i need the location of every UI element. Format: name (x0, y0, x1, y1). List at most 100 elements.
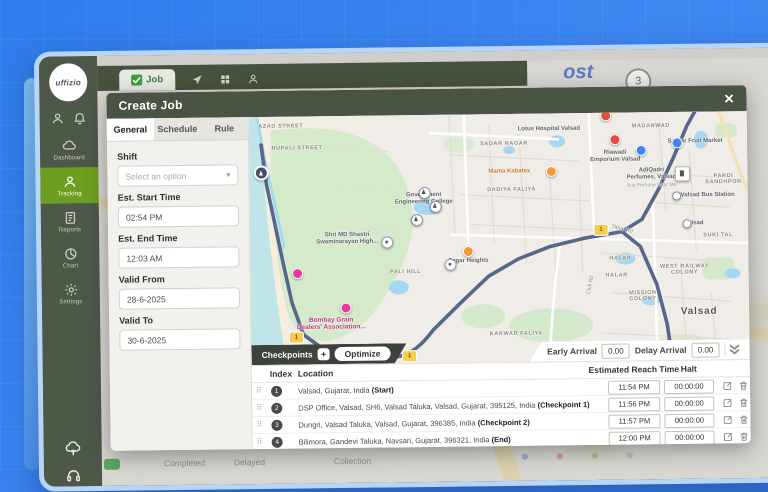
map-marker-pink[interactable] (292, 268, 303, 279)
cloud-upload-icon[interactable] (64, 440, 81, 457)
sidebar-item-reports[interactable]: Reports (41, 203, 99, 240)
users-icon (51, 111, 65, 125)
background-legend: Completed Delayed Collection (102, 445, 768, 476)
modal-title: Create Job (118, 98, 182, 113)
tab-rule[interactable]: Rule (201, 117, 248, 140)
route-shield: 1 (289, 331, 304, 343)
valid-from-input[interactable]: 28-6-2025 (119, 287, 240, 309)
map-label: SADAR NAGAR (480, 141, 528, 148)
early-arrival-input[interactable]: 0.00 (602, 343, 630, 358)
drag-handle-icon[interactable]: ⠿ (256, 386, 262, 395)
delay-arrival-input[interactable]: 0.00 (691, 342, 719, 357)
index-badge: 1 (271, 385, 282, 396)
chevron-double-down-icon[interactable] (724, 342, 743, 356)
reach-time-input[interactable]: 12:00 PM (609, 431, 661, 446)
chart-icon (63, 246, 78, 261)
navigate-icon[interactable] (191, 74, 203, 86)
location-text: Bilimora, Gandevi Taluka, Navsari, Gujar… (299, 433, 603, 446)
map-marker-red[interactable] (600, 111, 611, 121)
grid-icon[interactable] (219, 73, 231, 85)
bell-icon (73, 111, 87, 125)
field-label: Est. End Time (118, 232, 239, 243)
route-shield: 1 (594, 224, 609, 236)
legend-chip (104, 459, 120, 470)
sidebar-item-dashboard[interactable]: Dashboard (40, 131, 98, 168)
drag-handle-icon[interactable]: ⠿ (257, 437, 263, 446)
trash-icon[interactable] (738, 380, 749, 391)
map-label: Valsad (681, 306, 718, 318)
map-marker-red[interactable] (609, 134, 620, 145)
map-marker-whitearrow[interactable] (411, 214, 423, 226)
map-marker-orange[interactable] (546, 166, 557, 177)
map-marker-graydot[interactable] (682, 219, 691, 228)
map-label: Lotus Hospital Valsad (518, 126, 580, 134)
sidebar-item-settings[interactable]: Settings (42, 275, 100, 312)
sidebar-item-tracking[interactable]: Tracking (40, 167, 98, 204)
delay-arrival-label: Delay Arrival (635, 345, 687, 356)
edit-icon[interactable] (722, 414, 733, 425)
shift-input[interactable]: Select an option▾ (117, 164, 238, 186)
sidebar-item-label: Tracking (57, 191, 81, 197)
form-tabs: GeneralScheduleRule (107, 117, 248, 142)
halt-input[interactable]: 00:00:00 (664, 413, 714, 428)
field-valid-to: Valid To 30-6-2025 (119, 314, 240, 350)
map-label: PALI HILL (390, 269, 421, 276)
route-map[interactable]: AZAD STREETRUPALI STREETSADAR NAGARMADAN… (249, 111, 750, 365)
sidebar: uffizio Dashboard Tracking Reports Chart… (39, 56, 102, 487)
map-marker-pink[interactable] (340, 302, 351, 313)
driver-icon[interactable] (247, 73, 259, 85)
sidebar-item-chart[interactable]: Chart (41, 239, 99, 276)
map-marker-dark[interactable] (254, 165, 269, 180)
map-marker-graydot[interactable] (672, 191, 681, 200)
sidebar-item-label: Chart (63, 263, 79, 269)
est-end-time-input[interactable]: 12:03 AM (118, 246, 239, 268)
halt-input[interactable]: 00:00:00 (665, 430, 715, 445)
sidebar-item-label: Reports (59, 227, 81, 233)
map-marker-building[interactable] (675, 166, 690, 181)
index-badge: 4 (272, 436, 283, 447)
est-start-time-input[interactable]: 02:54 PM (118, 205, 239, 227)
sidebar-nav: Dashboard Tracking Reports Chart Setting… (40, 131, 100, 312)
valid-to-input[interactable]: 30-6-2025 (119, 328, 240, 350)
field-label: Valid From (119, 273, 240, 284)
add-checkpoint-button[interactable]: + (318, 348, 330, 360)
drag-handle-icon[interactable]: ⠿ (256, 420, 262, 429)
optimize-button[interactable]: Optimize (335, 346, 391, 361)
edit-icon[interactable] (723, 431, 734, 442)
check-icon (131, 74, 142, 85)
field-shift: Shift Select an option▾ (117, 150, 238, 186)
close-icon[interactable]: ✕ (724, 92, 735, 105)
reach-time-input[interactable]: 11:57 PM (608, 414, 660, 429)
trash-icon[interactable] (738, 397, 749, 408)
halt-input[interactable]: 00:00:00 (664, 396, 714, 411)
map-marker-whitearrow[interactable] (430, 201, 442, 213)
map-marker-whitedot[interactable] (381, 236, 393, 248)
drag-handle-icon[interactable]: ⠿ (256, 403, 262, 412)
tab-general[interactable]: General (107, 118, 154, 141)
map-label: Valsad Bus Station (681, 192, 735, 200)
map-marker-whitearrow[interactable] (419, 187, 431, 199)
location-text: DSP Office, Valsad, SH6, Valsad Taluka, … (298, 399, 602, 412)
trash-icon[interactable] (738, 414, 749, 425)
edit-icon[interactable] (722, 397, 733, 408)
index-badge: 2 (271, 402, 282, 413)
tab-schedule[interactable]: Schedule (154, 118, 201, 141)
map-marker-orange[interactable] (463, 246, 474, 257)
map-label: Civil Rd (586, 275, 596, 295)
map-marker-blue[interactable] (636, 145, 647, 156)
halt-input[interactable]: 00:00:00 (664, 379, 714, 394)
trash-icon[interactable] (739, 431, 750, 442)
edit-icon[interactable] (722, 380, 733, 391)
map-label: HALAR (609, 255, 631, 262)
map-marker-whitedot[interactable] (444, 259, 456, 271)
reach-time-input[interactable]: 11:54 PM (608, 380, 660, 395)
reach-time-input[interactable]: 11:56 PM (608, 397, 660, 412)
app-window: uffizio Dashboard Tracking Reports Chart… (34, 42, 768, 491)
tab-job[interactable]: Job (119, 69, 175, 91)
map-label: WEST RAILWAYCOLONY (660, 263, 709, 276)
map-label: Mama Kabatex (488, 168, 530, 175)
map-marker-blue[interactable] (671, 137, 682, 148)
app-logo[interactable]: uffizio (49, 63, 87, 101)
person-icon (62, 174, 77, 189)
field-label: Est. Start Time (118, 191, 239, 202)
